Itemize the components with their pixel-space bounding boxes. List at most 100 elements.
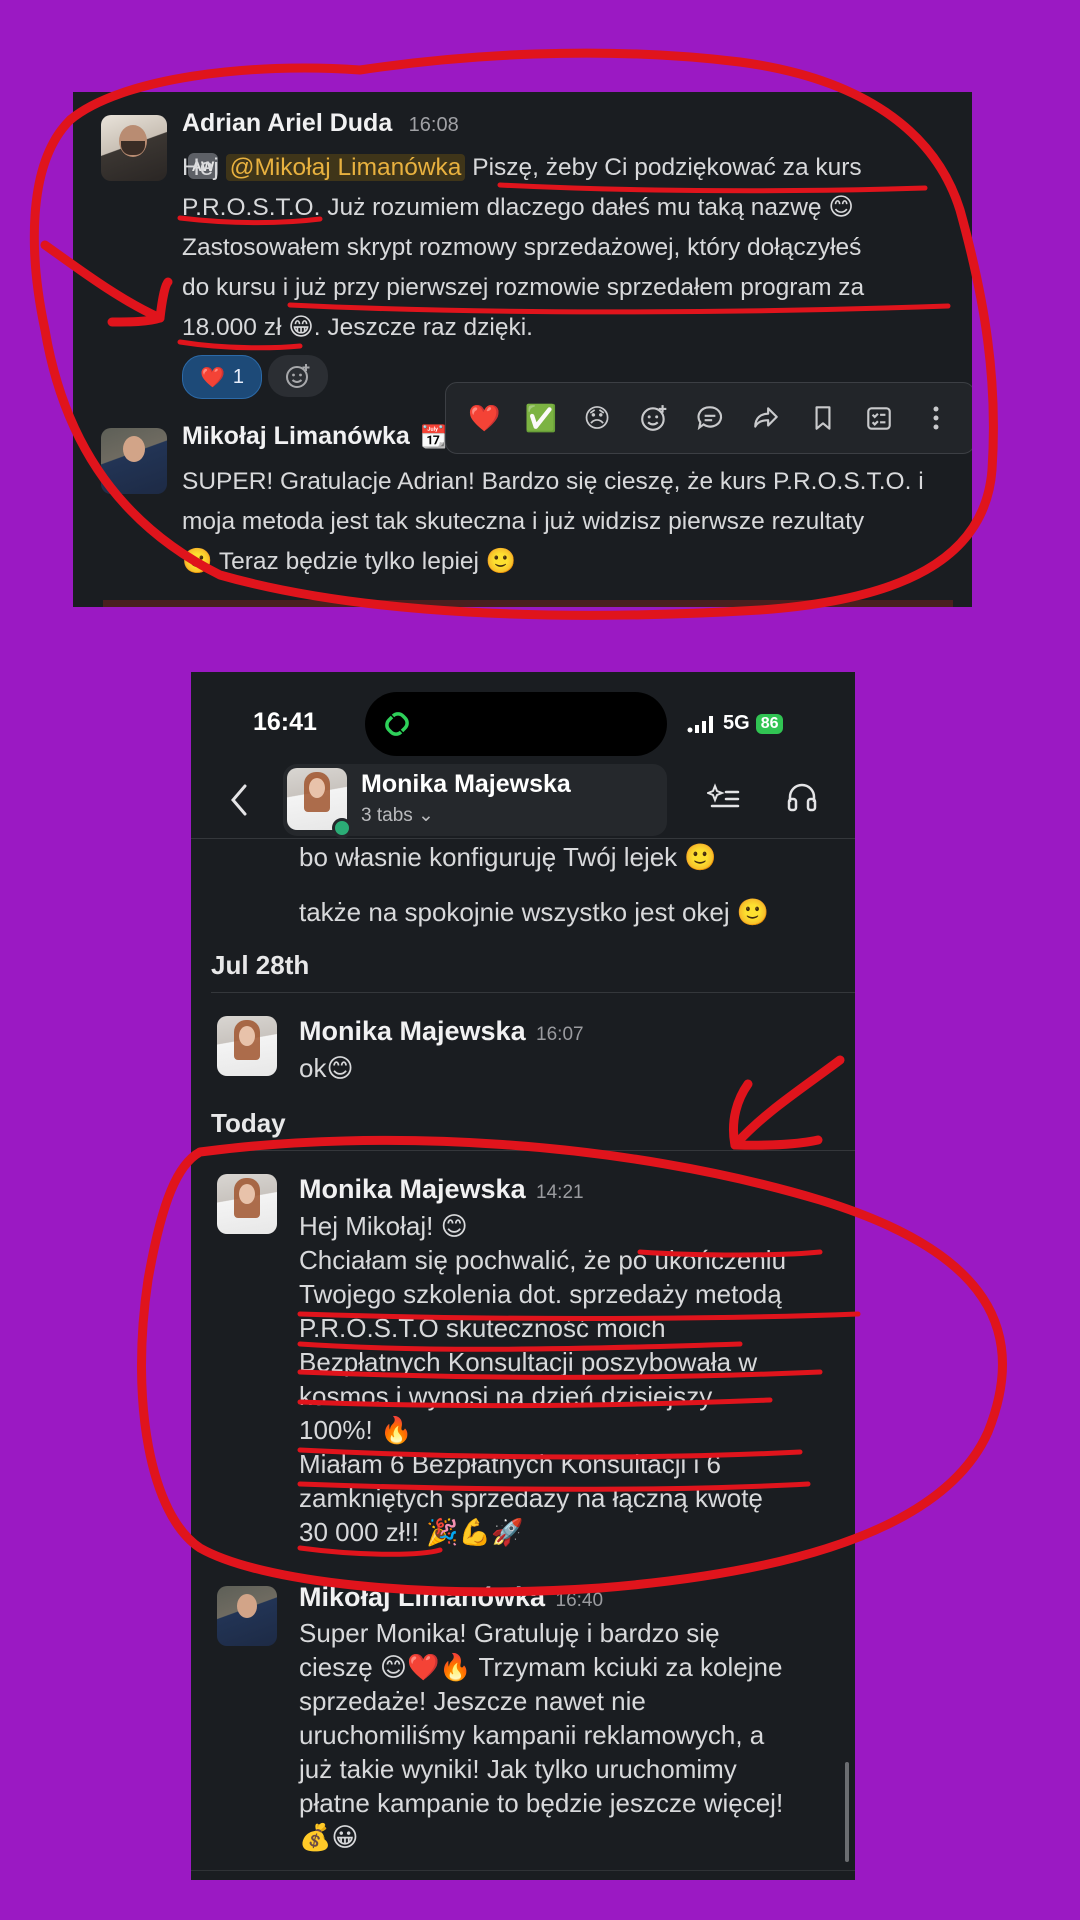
text-line: już takie wyniki! Jak tylko uruchomimy bbox=[299, 1754, 737, 1784]
text-line: Zastosowałem skrypt rozmowy sprzedażowej… bbox=[182, 234, 862, 261]
signal-icon bbox=[687, 715, 713, 733]
message-time[interactable]: 16:40 bbox=[556, 1590, 604, 1611]
check-icon: ✅ bbox=[524, 402, 557, 433]
ai-summary-icon[interactable] bbox=[707, 782, 741, 814]
calendar-icon: 📆 bbox=[420, 424, 448, 449]
message-body: Super Monika! Gratuluję i bardzo się cie… bbox=[299, 1616, 783, 1854]
message-header: Mikołaj Limanówka 📆 bbox=[182, 422, 448, 451]
avatar-monika[interactable] bbox=[217, 1174, 277, 1234]
text-line: sprzedaże! Jeszcze nawet nie bbox=[299, 1686, 646, 1716]
author-name[interactable]: Monika Majewska bbox=[299, 1016, 526, 1046]
headphones-icon[interactable] bbox=[785, 780, 819, 814]
share-arrow-icon bbox=[754, 407, 779, 428]
back-chevron-icon[interactable] bbox=[227, 782, 251, 818]
add-emoji-icon bbox=[286, 364, 310, 388]
message-header: Monika Majewska 16:07 bbox=[299, 1016, 584, 1047]
message-body: Hej Mikołaj! 😊 Chciałam się pochwalić, ż… bbox=[299, 1209, 786, 1549]
network-type: 5G bbox=[723, 712, 750, 734]
online-status-dot bbox=[332, 818, 352, 838]
message-text: także na spokojnie wszystko jest okej 🙂 bbox=[299, 897, 770, 927]
message-time[interactable]: 16:07 bbox=[536, 1024, 584, 1045]
react-check-button[interactable]: ✅ bbox=[521, 398, 561, 438]
contact-name: Monika Majewska bbox=[361, 770, 571, 798]
message-text: bo własnie konfiguruję Twój lejek 🙂 bbox=[299, 842, 717, 872]
text-line: 🙂 Teraz będzie tylko lepiej 🙂 bbox=[182, 548, 517, 575]
text-line: Super Monika! Gratuluję i bardzo się bbox=[299, 1618, 720, 1648]
forward-button[interactable] bbox=[746, 398, 786, 438]
text-line: P.R.O.S.T.O skuteczność moich bbox=[299, 1313, 666, 1343]
text-line: uruchomiliśmy kampanii reklamowych, a bbox=[299, 1720, 765, 1750]
text-line: moja metoda jest tak skuteczna i już wid… bbox=[182, 508, 865, 535]
text-line: Chciałam się pochwalić, że po ukończeniu bbox=[299, 1245, 787, 1275]
text-line: płatne kampanie to będzie jeszcze więcej… bbox=[299, 1788, 784, 1818]
message-body: Hej @Mikołaj Limanówka Piszę, żeby Ci po… bbox=[182, 148, 962, 348]
header-divider bbox=[191, 838, 855, 839]
author-name[interactable]: Adrian Ariel Duda bbox=[182, 109, 392, 137]
text-line: Miałam 6 Bezpłatnych Konsultacji i 6 bbox=[299, 1449, 721, 1479]
add-emoji-icon bbox=[640, 405, 666, 431]
link-chain-icon bbox=[385, 712, 409, 736]
more-vertical-icon bbox=[933, 406, 939, 430]
add-to-list-button[interactable] bbox=[859, 398, 899, 438]
text-line: 💰😀 bbox=[299, 1822, 359, 1852]
message-actions-toolbar: ❤️ ✅ 😞 bbox=[445, 382, 972, 454]
text-line: Twojego szkolenia dot. sprzedaży metodą bbox=[299, 1279, 782, 1309]
list-check-icon bbox=[867, 407, 892, 430]
text: Hej bbox=[182, 154, 226, 181]
avatar-mikolaj[interactable] bbox=[217, 1586, 277, 1646]
reaction-heart[interactable]: ❤️ 1 bbox=[182, 355, 262, 399]
author-name[interactable]: Monika Majewska bbox=[299, 1174, 526, 1204]
truncated-content-edge bbox=[103, 600, 953, 607]
composer-edge bbox=[191, 1870, 855, 1871]
disappointed-face-icon: 😞 bbox=[583, 402, 611, 433]
scrollbar[interactable] bbox=[845, 1762, 849, 1862]
day-divider-line bbox=[211, 992, 855, 993]
heart-icon: ❤️ bbox=[199, 366, 225, 389]
message-header: Adrian Ariel Duda 16:08 bbox=[182, 109, 459, 138]
tabs-selector[interactable]: 3 tabs ⌄ bbox=[361, 804, 434, 827]
message-body: SUPER! Gratulacje Adrian! Bardzo się cie… bbox=[182, 462, 972, 582]
desktop-chat-panel: AW Adrian Ariel Duda 16:08 Hej @Mikołaj … bbox=[73, 92, 972, 607]
message-time[interactable]: 14:21 bbox=[536, 1182, 584, 1203]
author-name[interactable]: Mikołaj Limanówka bbox=[299, 1582, 545, 1612]
react-heart-button[interactable]: ❤️ bbox=[464, 398, 504, 438]
reaction-count: 1 bbox=[232, 365, 245, 388]
heart-icon: ❤️ bbox=[468, 402, 501, 433]
text-line: do kursu i już przy pierwszej rozmowie s… bbox=[182, 274, 865, 301]
text: Piszę, żeby Ci podziękować za kurs bbox=[465, 154, 862, 181]
text-line: kosmos i wynosi na dzień dzisiejszy bbox=[299, 1381, 713, 1411]
text-line: 100%! 🔥 bbox=[299, 1415, 413, 1445]
avatar-mikolaj[interactable] bbox=[101, 428, 167, 494]
text-line: 18.000 zł 😁. Jeszcze raz dzięki. bbox=[182, 314, 533, 341]
phone-screen: 16:41 5G 86 Monika Majewska 3 tabs ⌄ bo … bbox=[191, 672, 855, 1880]
avatar-monika[interactable] bbox=[217, 1016, 277, 1076]
react-disappointed-button[interactable]: 😞 bbox=[577, 398, 617, 438]
message-header: Monika Majewska 14:21 bbox=[299, 1174, 584, 1205]
message-text: ok😊 bbox=[299, 1053, 354, 1083]
reply-thread-button[interactable] bbox=[690, 398, 730, 438]
text-line: 30 000 zł!! 🎉💪🚀 bbox=[299, 1517, 524, 1547]
status-time: 16:41 bbox=[253, 708, 317, 736]
bookmark-icon bbox=[815, 406, 831, 430]
text-line: Bezpłatnych Konsultacji poszybowała w bbox=[299, 1347, 758, 1377]
text-line: cieszę 😊❤️🔥 Trzymam kciuki za kolejne bbox=[299, 1652, 783, 1682]
add-reaction-button[interactable] bbox=[634, 398, 674, 438]
avatar-adrian[interactable] bbox=[101, 115, 167, 181]
thread-icon bbox=[697, 406, 723, 431]
text-line: zamkniętych sprzedaży na łączną kwotę bbox=[299, 1483, 763, 1513]
message-header: Mikołaj Limanówka 16:40 bbox=[299, 1582, 603, 1613]
battery-icon: 86 bbox=[755, 713, 784, 734]
status-icons: 5G 86 bbox=[687, 712, 784, 735]
more-actions-button[interactable] bbox=[916, 398, 956, 438]
text-line: Hej Mikołaj! 😊 bbox=[299, 1211, 468, 1241]
add-reaction-button[interactable] bbox=[268, 355, 328, 397]
author-name[interactable]: Mikołaj Limanówka bbox=[182, 422, 410, 450]
save-button[interactable] bbox=[803, 398, 843, 438]
dynamic-island bbox=[365, 692, 667, 756]
mention-link[interactable]: @Mikołaj Limanówka bbox=[225, 154, 466, 181]
message-time[interactable]: 16:08 bbox=[409, 114, 459, 136]
date-divider: Jul 28th bbox=[211, 950, 310, 980]
text-line: P.R.O.S.T.O. Już rozumiem dlaczego dałeś… bbox=[182, 194, 854, 221]
date-divider: Today bbox=[211, 1108, 286, 1138]
day-divider-line bbox=[211, 1150, 855, 1151]
